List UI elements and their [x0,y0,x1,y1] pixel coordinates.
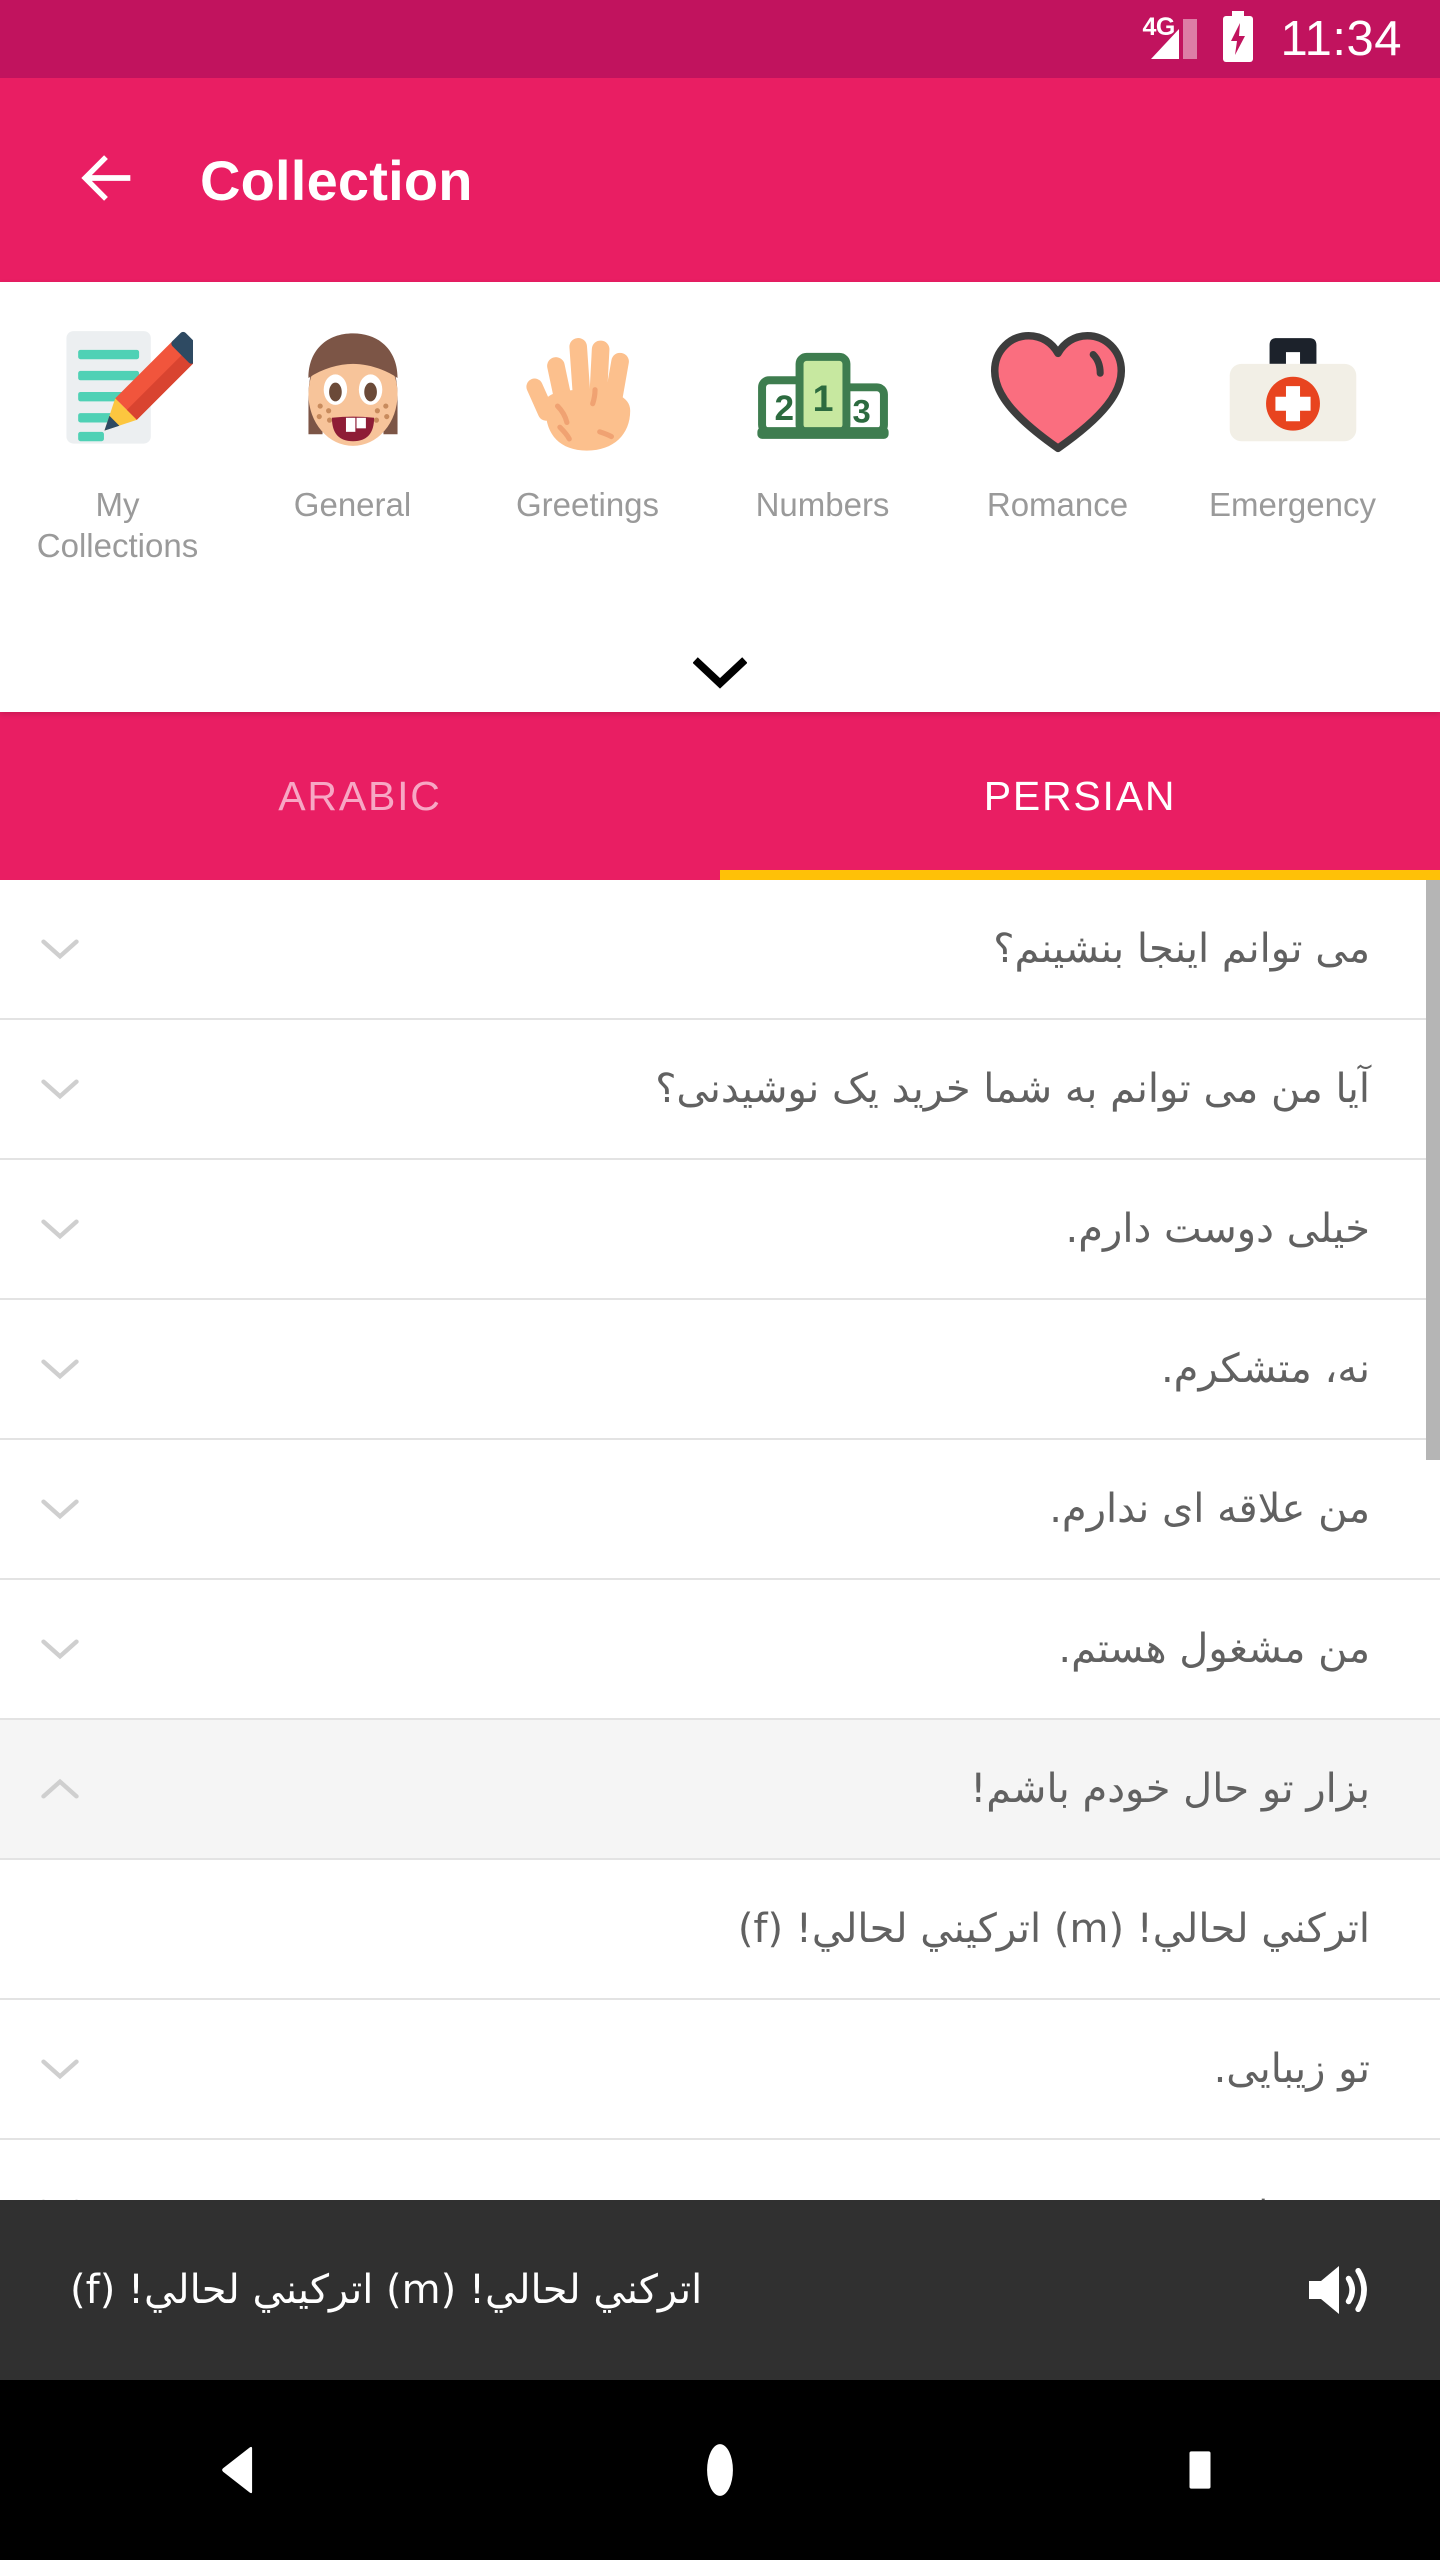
raised-hand-icon [508,312,668,472]
app-screen: 4G 11:34 Collection My Collections Gener… [0,0,1440,2560]
list-item-expanded[interactable]: بزار تو حال خودم باشم! [0,1720,1440,1860]
battery-charging-icon [1221,10,1255,68]
phrase-text: من علاقه ای ندارم. [1049,1486,1370,1532]
tab-active-indicator [720,870,1440,880]
list-scrollbar[interactable] [1426,880,1440,1460]
svg-text:1: 1 [812,377,833,419]
chevron-down-icon[interactable] [0,1636,120,1662]
category-label: General [293,486,412,523]
phrase-text: آیا من می توانم به شما خرید یک نوشیدنی؟ [655,1066,1370,1112]
app-bar: Collection [0,78,1440,282]
category-item-romance[interactable]: Romance [940,312,1175,525]
list-item[interactable]: می توانم اینجا بنشینم؟ [0,880,1440,1020]
nav-recents-square-icon[interactable] [1110,2380,1290,2560]
list-item[interactable]: تو خوشتیپ هستی. [0,2140,1440,2200]
chevron-up-icon[interactable] [0,1776,120,1802]
speaker-volume-icon[interactable] [1300,2256,1378,2324]
phrase-text: نه، متشکرم. [1160,1346,1370,1392]
heart-icon [978,312,1138,472]
page-title: Collection [200,148,473,212]
back-button[interactable] [42,115,172,245]
tab-label: ARABIC [278,772,442,819]
category-label: Greetings [515,486,660,523]
chevron-down-icon[interactable] [0,1496,120,1522]
category-row: My Collections General Greetings 2 1 3 N… [0,282,1440,567]
category-item-numbers[interactable]: 2 1 3 Numbers [705,312,940,525]
phrase-translation-row: اتركني لحالي! (m) اتركيني لحالي! (f) [0,1860,1440,2000]
list-item[interactable]: من علاقه ای ندارم. [0,1440,1440,1580]
status-bar-clock: 11:34 [1280,11,1402,66]
category-item-general[interactable]: General [235,312,470,525]
categories-expand-button[interactable] [0,657,1440,694]
list-item[interactable]: تو زیبایی. [0,2000,1440,2140]
category-label: My Collections [36,486,199,565]
audio-player-bar: اتركني لحالي! (m) اتركيني لحالي! (f) [0,2200,1440,2380]
chevron-down-icon [692,657,748,694]
language-tab-bar: ARABIC PERSIAN [0,712,1440,880]
chevron-down-icon[interactable] [0,1076,120,1102]
nav-home-circle-icon[interactable] [630,2380,810,2560]
category-item-emergency[interactable]: Emergency [1175,312,1410,525]
status-bar: 4G 11:34 [0,0,1440,78]
phrase-list[interactable]: می توانم اینجا بنشینم؟ آیا من می توانم ب… [0,880,1440,2200]
first-aid-kit-icon [1213,312,1373,472]
chevron-down-icon[interactable] [0,1216,120,1242]
category-label: Romance [986,486,1129,523]
podium-123-icon: 2 1 3 [743,312,903,472]
signal-bars-icon: 4G [1142,13,1201,63]
memo-pencil-icon [38,312,198,472]
chevron-down-icon[interactable] [0,1356,120,1382]
phrase-text: بزار تو حال خودم باشم! [970,1766,1370,1812]
chevron-down-icon[interactable] [0,936,120,962]
list-item[interactable]: آیا من می توانم به شما خرید یک نوشیدنی؟ [0,1020,1440,1160]
nav-back-triangle-icon[interactable] [150,2380,330,2560]
phrase-text: می توانم اینجا بنشینم؟ [993,926,1370,972]
tab-arabic[interactable]: ARABIC [0,712,720,880]
svg-text:2: 2 [774,389,794,428]
category-label: Numbers [755,486,890,523]
translation-text: اتركني لحالي! (m) اتركيني لحالي! (f) [737,1906,1370,1952]
category-label: Emergency [1209,486,1376,523]
list-item[interactable]: من مشغول هستم. [0,1580,1440,1720]
phrase-text: تو خوشتیپ هستی. [120,2186,1440,2200]
svg-text:3: 3 [852,392,870,429]
category-item-my-collections[interactable]: My Collections [0,312,235,567]
network-type-label: 4G [1142,13,1176,41]
back-arrow-icon [72,143,142,218]
phrase-text: تو زیبایی. [1213,2046,1370,2092]
tab-persian[interactable]: PERSIAN [720,712,1440,880]
category-item-greetings[interactable]: Greetings [470,312,705,525]
chevron-down-icon[interactable] [0,2056,120,2082]
android-nav-bar [0,2380,1440,2560]
player-phrase-text: اتركني لحالي! (m) اتركيني لحالي! (f) [70,2267,703,2313]
phrase-text: خیلی دوست دارم. [1065,1206,1370,1252]
list-item[interactable]: خیلی دوست دارم. [0,1160,1440,1300]
phrase-text: من مشغول هستم. [1058,1626,1370,1672]
tab-label: PERSIAN [983,772,1177,819]
list-item[interactable]: نه، متشکرم. [0,1300,1440,1440]
category-panel: My Collections General Greetings 2 1 3 N… [0,282,1440,712]
girl-face-icon [273,312,433,472]
